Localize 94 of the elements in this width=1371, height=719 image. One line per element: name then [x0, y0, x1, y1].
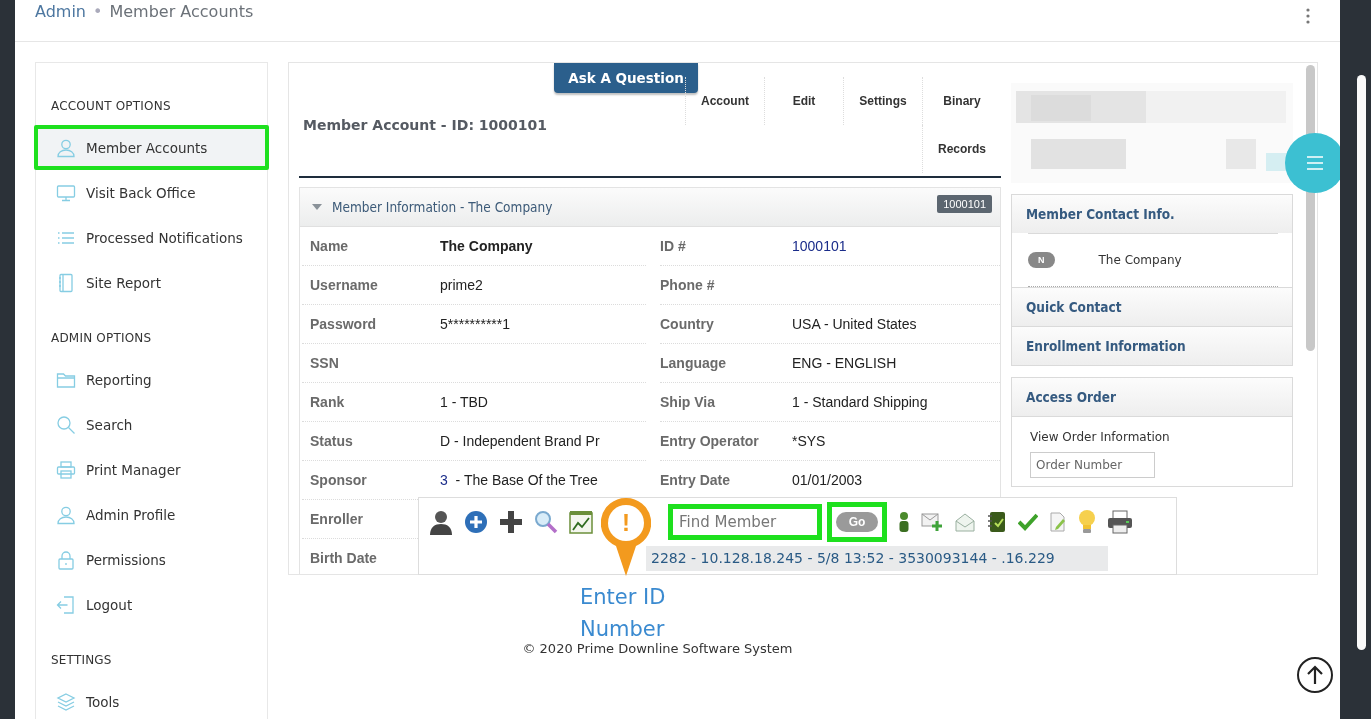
magnifier-icon[interactable] — [534, 510, 558, 534]
field-value: The Company — [440, 238, 533, 254]
field-value[interactable]: 1000101 — [792, 238, 847, 254]
tab[interactable]: Edit — [764, 77, 843, 125]
ask-question-button[interactable]: Ask A Question — [554, 63, 698, 93]
more-menu-icon[interactable] — [1306, 8, 1310, 24]
sidebar-heading: ACCOUNT OPTIONS — [50, 98, 172, 115]
field-label: Password — [309, 316, 378, 332]
sidebar-heading: ADMIN OPTIONS — [50, 330, 153, 347]
tab[interactable]: Records — [922, 125, 1001, 173]
notebook-icon[interactable] — [987, 511, 1007, 533]
sidebar-item[interactable]: Print Manager — [34, 447, 269, 492]
breadcrumb-link[interactable]: Admin — [35, 1, 86, 23]
card-header[interactable]: Quick Contact — [1012, 287, 1292, 326]
field-label: Ship Via — [660, 394, 716, 410]
sidebar-item[interactable]: Search — [34, 402, 269, 447]
sidebar-item[interactable]: Permissions — [34, 537, 269, 582]
account-title: Member Account - ID: 1000101 — [303, 116, 548, 133]
chart-icon[interactable] — [569, 510, 593, 534]
person-icon[interactable] — [429, 509, 453, 535]
mail-add-icon[interactable] — [921, 512, 943, 532]
checkmark-icon[interactable] — [1018, 513, 1038, 531]
field-value: D - Independent Brand Pr — [440, 433, 600, 449]
monitor-icon — [56, 182, 76, 203]
panel-title: Member Information - The Company — [332, 199, 554, 215]
id-badge: 1000101 — [937, 195, 992, 213]
sidebar-item[interactable]: Logout — [34, 582, 269, 627]
add-circle-icon[interactable] — [464, 510, 488, 534]
order-number-field[interactable]: Order Number — [1030, 452, 1155, 478]
panel-header[interactable]: Member Information - The Company 1000101 — [300, 188, 1000, 227]
field-label: Country — [660, 316, 715, 332]
plus-icon[interactable] — [499, 510, 523, 534]
field-label: Enroller — [309, 511, 364, 527]
exclamation-mark: ! — [621, 509, 631, 537]
field-value: 1 - Standard Shipping — [792, 394, 928, 410]
figure-icon[interactable] — [898, 511, 910, 533]
logout-icon — [56, 594, 76, 615]
field-label: Phone # — [660, 277, 716, 293]
field-value: 1 - TBD — [440, 394, 488, 410]
breadcrumb-separator: • — [93, 1, 103, 23]
user-icon — [56, 137, 76, 158]
sidebar-heading: SETTINGS — [50, 652, 113, 669]
sidebar-item[interactable]: Reporting — [34, 357, 269, 402]
breadcrumb-current: Member Accounts — [109, 1, 254, 23]
tab[interactable]: Settings — [843, 77, 922, 125]
tab[interactable]: Account — [685, 77, 764, 125]
layers-icon — [56, 691, 76, 712]
contact-badge: N — [1028, 252, 1055, 268]
printer-icon[interactable] — [1107, 510, 1133, 534]
sidebar-item[interactable]: Admin Profile — [34, 492, 269, 537]
lock-icon — [56, 549, 76, 570]
field-value: ENG - ENGLISH — [792, 355, 897, 371]
field-label: ID # — [660, 238, 687, 254]
session-info: 2282 - 10.128.18.245 - 5/8 13:52 - 3530093144 - .16.229 — [646, 546, 1108, 571]
arrow-up-icon — [1306, 665, 1324, 685]
sidebar-item[interactable]: Processed Notifications — [34, 215, 269, 260]
tab[interactable]: Binary — [922, 77, 1001, 125]
lightbulb-icon[interactable] — [1078, 509, 1096, 535]
scroll-top-button[interactable] — [1297, 657, 1333, 693]
user-icon — [56, 504, 76, 525]
card-header[interactable]: Enrollment Information — [1012, 326, 1292, 365]
callout-text: Enter ID Number — [580, 584, 667, 643]
field-label: Language — [660, 355, 728, 371]
field-label: Birth Date — [309, 550, 378, 566]
field-label: SSN — [309, 355, 340, 371]
sidebar-item[interactable]: Site Report — [34, 260, 269, 305]
field-label: Sponsor — [309, 472, 368, 488]
find-member-field[interactable]: Find Member — [668, 504, 822, 540]
search-icon — [56, 414, 76, 435]
field-value: *SYS — [792, 433, 826, 449]
scrollbar[interactable] — [1357, 75, 1366, 650]
field-value: prime2 — [440, 277, 483, 293]
field-label: Entry Operator — [660, 433, 760, 449]
footer-text: © 2020 Prime Downline Software System — [521, 641, 794, 656]
card-header[interactable]: Member Contact Info. — [1012, 195, 1292, 233]
order-caption: View Order Information — [1030, 430, 1170, 444]
card-header[interactable]: Access Order — [1012, 378, 1292, 416]
field-value: USA - United States — [792, 316, 917, 332]
contact-name: The Company — [1098, 253, 1182, 267]
sidebar-item[interactable]: Visit Back Office — [34, 170, 269, 215]
field-value: 3 - The Base Of the Tree — [440, 472, 598, 488]
printer-icon — [56, 459, 76, 480]
sidebar-item[interactable]: Tools — [34, 679, 269, 719]
notebook-icon — [56, 272, 76, 293]
field-label: Status — [309, 433, 354, 449]
member-link[interactable]: 3 — [440, 472, 448, 488]
field-value: 5**********1 — [440, 316, 511, 332]
field-label: Username — [309, 277, 379, 293]
sidebar-item[interactable]: Member Accounts — [34, 125, 269, 170]
field-label: Rank — [309, 394, 346, 410]
menu-icon — [1306, 156, 1324, 170]
field-label: Name — [309, 238, 350, 254]
field-label: Entry Date — [660, 472, 732, 488]
field-value: 01/01/2003 — [792, 472, 863, 488]
